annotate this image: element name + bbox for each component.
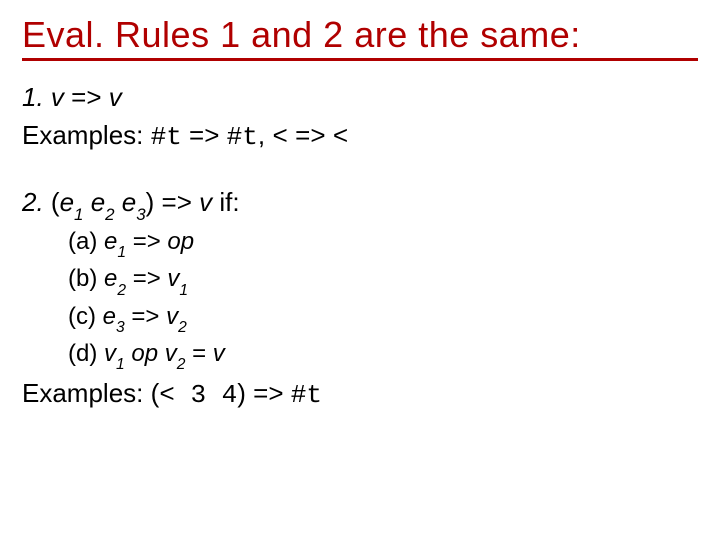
rule-2a: (a) e1 => op — [68, 225, 698, 262]
a-op: op — [167, 228, 194, 255]
rule-1-body: 1. v => v — [22, 79, 698, 117]
b-arrow: => — [126, 265, 167, 292]
ex-t1: #t — [151, 122, 182, 152]
b-label: (b) — [68, 265, 104, 292]
slide: Eval. Rules 1 and 2 are the same: 1. v =… — [0, 0, 720, 414]
c-label: (c) — [68, 303, 103, 330]
a-label: (a) — [68, 228, 104, 255]
ex-arrow2: => — [288, 120, 333, 150]
rule-2c: (c) e3 => v2 — [68, 300, 698, 337]
rule-1-num: 1. — [22, 82, 44, 112]
c-e: e — [103, 303, 116, 330]
examples-label: Examples: — [22, 120, 151, 150]
d-v: v — [213, 340, 225, 367]
a-sub: 1 — [117, 244, 126, 261]
examples-label-2: Examples: ( — [22, 378, 159, 408]
rule-1: 1. v => v Examples: #t => #t, < => < — [22, 79, 698, 156]
rule-2-if: if: — [212, 187, 239, 217]
c-sub: 3 — [116, 319, 125, 336]
slide-title: Eval. Rules 1 and 2 are the same: — [22, 14, 698, 61]
ex2-res: #t — [291, 380, 322, 410]
d-v1sub: 1 — [116, 356, 125, 373]
rule-1-examples: Examples: #t => #t, < => < — [22, 117, 698, 157]
rule-2-header: 2. (e1 e2 e3) => v if: — [22, 184, 698, 225]
rule-2d: (d) v1 op v2 = v — [68, 337, 698, 374]
e1-sub: 1 — [74, 205, 83, 224]
e3: e — [122, 187, 136, 217]
b-e: e — [104, 265, 117, 292]
c-v: v — [166, 303, 178, 330]
ex2-lt: < — [159, 380, 175, 410]
e2-sub: 2 — [105, 205, 114, 224]
rule-2-v: v — [199, 187, 212, 217]
b-vsub: 1 — [179, 282, 188, 299]
b-sub: 2 — [117, 282, 126, 299]
d-v1: v — [104, 340, 116, 367]
ex-t2: #t — [227, 122, 258, 152]
d-op: op — [131, 340, 158, 367]
c-vsub: 2 — [178, 319, 187, 336]
a-e: e — [104, 228, 117, 255]
d-v2sub: 2 — [177, 356, 186, 373]
e3-sub: 3 — [136, 205, 145, 224]
ex2-args: 3 4 — [175, 380, 237, 410]
ex-comma: , — [258, 120, 272, 150]
ex-arrow1: => — [182, 120, 227, 150]
rule-2b: (b) e2 => v1 — [68, 262, 698, 299]
e2: e — [91, 187, 105, 217]
b-v: v — [167, 265, 179, 292]
rule-2-open: ( — [44, 187, 60, 217]
e1: e — [60, 187, 74, 217]
rule-1-v2: v — [109, 82, 122, 112]
a-arrow: => — [126, 228, 167, 255]
rule-1-arrow: => — [64, 82, 109, 112]
rule-1-v1: v — [51, 82, 64, 112]
c-arrow: => — [125, 303, 166, 330]
ex2-close: ) => — [237, 378, 290, 408]
rule-2-num: 2. — [22, 187, 44, 217]
rule-2: 2. (e1 e2 e3) => v if: (a) e1 => op (b) … — [22, 184, 698, 414]
d-eq: = — [185, 340, 212, 367]
rule-2-close: ) => — [146, 187, 199, 217]
rule-2-examples: Examples: (< 3 4) => #t — [22, 375, 698, 415]
d-label: (d) — [68, 340, 104, 367]
ex-lt1: < — [272, 122, 288, 152]
ex-lt2: < — [333, 122, 349, 152]
d-v2: v — [165, 340, 177, 367]
